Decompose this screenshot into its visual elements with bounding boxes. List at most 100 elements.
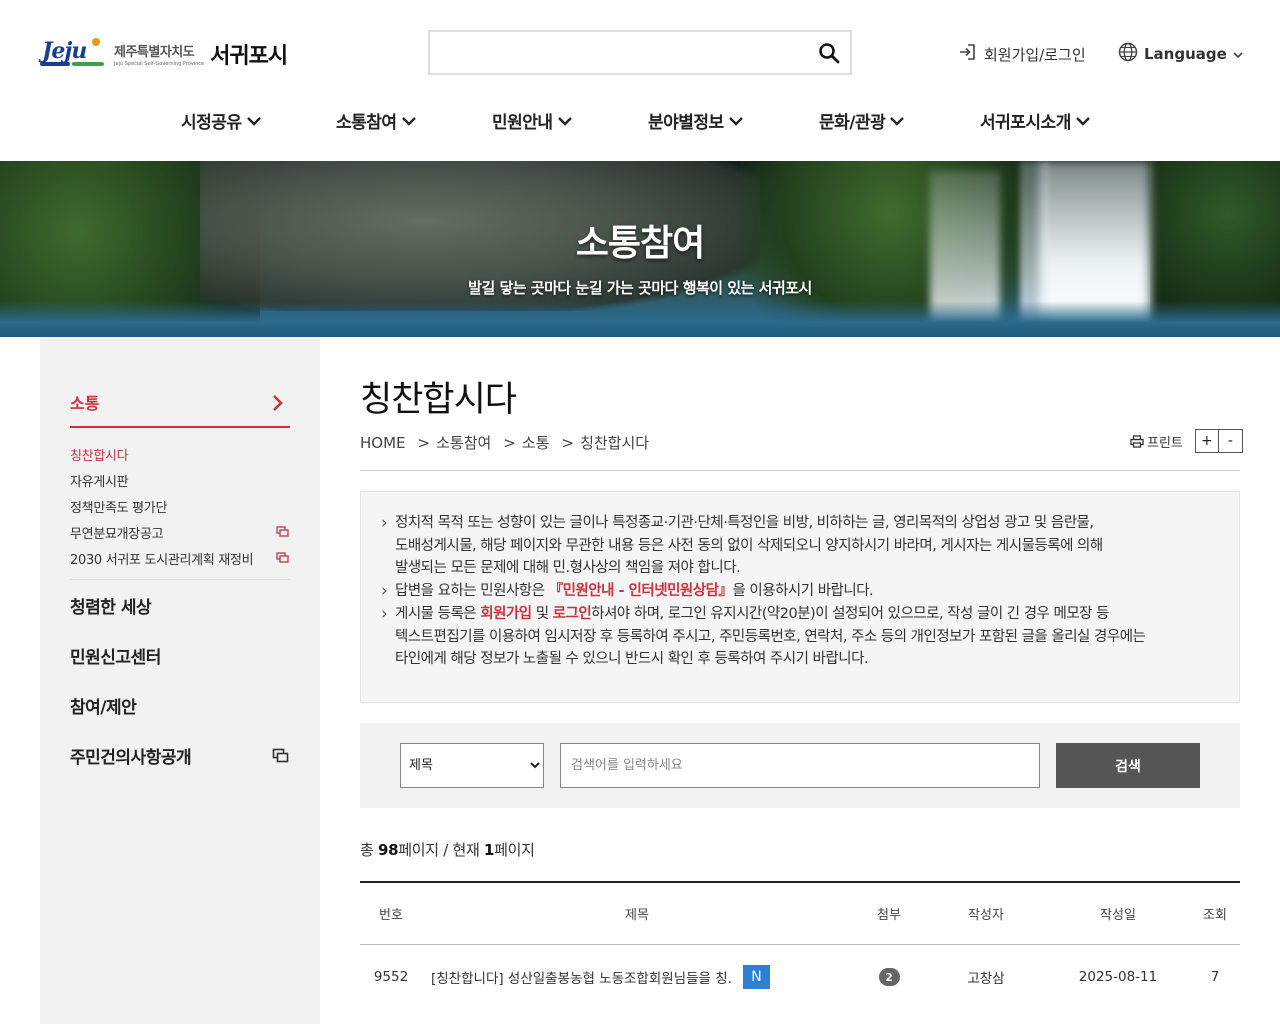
cell-number: 9552: [373, 969, 409, 985]
notice-line: 타인에게 해당 정보가 노출될 수 있으니 반드시 확인 후 등록하여 주시기 …: [395, 651, 869, 668]
sidebar-item-free-board[interactable]: 자유게시판: [70, 467, 290, 493]
sidebar-item-complaint-center[interactable]: 민원신고센터: [70, 643, 290, 668]
table-row: 9552 [칭찬합니다] 성산일출봉농협 노동조합회원님들을 칭.. N 2 고…: [360, 945, 1240, 1009]
cell-author: 고창삼: [967, 971, 1005, 987]
login-label: 회원가입/로그인: [984, 45, 1086, 64]
sidebar-submenu: 칭찬합시다 자유게시판 정책만족도 평가단 무연분묘개장공고 2030 서귀포 …: [70, 441, 290, 571]
page-info-text: 페이지: [494, 841, 535, 859]
external-link-icon: [276, 526, 289, 537]
page-info-text: 페이지 / 현재: [398, 841, 484, 859]
notice-line: 발생되는 모든 문제에 대해 민.형사상의 책임을 져야 합니다.: [395, 560, 741, 577]
print-button[interactable]: 프린트: [1130, 432, 1183, 451]
chevron-down-icon: [401, 116, 416, 126]
sidebar-item-grave-notice[interactable]: 무연분묘개장공고: [70, 519, 290, 545]
breadcrumb-current: 칭찬합시다: [580, 434, 650, 452]
hero-water: [0, 301, 1280, 337]
notice-item: 답변을 요하는 민원사항은 『민원안내 - 인터넷민원상담』을 이용하시기 바랍…: [381, 580, 1217, 603]
nav-item-city-sharing[interactable]: 시정공유: [181, 108, 262, 133]
chevron-down-icon: [728, 116, 743, 126]
sidebar-item-label: 정책만족도 평가단: [70, 500, 168, 516]
join-link[interactable]: 회원가입: [480, 606, 532, 622]
sidebar-item-label: 청렴한 세상: [70, 598, 152, 618]
notice-line: 텍스트편집기를 이용하여 임시저장 후 등록하여 주시고, 주민등록번호, 연락…: [395, 628, 1146, 645]
logo-province: 제주특별자치도: [114, 45, 195, 60]
sidebar-item-suggestion[interactable]: 참여/제안: [70, 693, 290, 718]
nav-item-participation[interactable]: 소통참여: [336, 108, 417, 133]
breadcrumb: HOME > 소통참여 > 소통 > 칭찬합시다: [360, 432, 649, 453]
sidebar-item-label: 민원신고센터: [70, 648, 161, 668]
nav-item-label: 시정공유: [181, 113, 242, 133]
nav-item-label: 문화/관광: [819, 113, 886, 133]
chevron-down-icon: [1075, 116, 1090, 126]
column-header: 작성자: [968, 908, 1004, 923]
notice-item: 게시물 등록은 회원가입 및 로그인하셔야 하며, 로그인 유지시간(약20분)…: [381, 603, 1217, 671]
sidebar-item-policy-panel[interactable]: 정책만족도 평가단: [70, 493, 290, 519]
sidebar-item-label: 칭찬합시다: [70, 448, 129, 464]
breadcrumb-separator: >: [561, 433, 575, 452]
search-field-select[interactable]: 제목: [400, 743, 544, 788]
search-icon[interactable]: [818, 42, 840, 64]
breadcrumb-separator: >: [503, 433, 516, 452]
cell-attachments: 2: [852, 968, 926, 986]
cell-views: 7: [1210, 969, 1220, 985]
civil-consult-link[interactable]: 『민원안내 - 인터넷민원상담』: [549, 583, 733, 599]
table-header: 번호 제목 첨부 작성자 작성일 조회: [360, 883, 1240, 945]
site-search: [428, 30, 852, 75]
cell-date: 2025-08-11: [1078, 969, 1158, 985]
breadcrumb-home[interactable]: HOME: [360, 434, 406, 452]
column-header: 작성일: [1100, 908, 1136, 923]
nav-item-civil-service[interactable]: 민원안내: [492, 108, 573, 133]
chevron-down-icon: [1233, 45, 1243, 63]
hero-subtitle: 발길 닿는 곳마다 눈길 가는 곳마다 행복이 있는 서귀포시: [468, 279, 812, 297]
nav-item-label: 민원안내: [492, 113, 553, 133]
printer-icon: [1130, 434, 1144, 448]
sidebar: 소통 칭찬합시다 자유게시판 정책만족도 평가단 무연분묘개장공고 2030 서…: [40, 337, 320, 1024]
sidebar-section-header[interactable]: 소통: [70, 390, 290, 428]
sidebar-item-label: 2030 서귀포 도시관리계획 재정비: [70, 552, 254, 568]
language-label: Language: [1144, 45, 1227, 63]
board-search-button[interactable]: 검색: [1056, 743, 1200, 788]
notice-item: 정치적 목적 또는 성향이 있는 글이나 특정종교·기관·단체·특정인을 비방,…: [381, 512, 1217, 580]
nav-item-label: 서귀포시소개: [980, 113, 1071, 133]
sidebar-item-praise[interactable]: 칭찬합시다: [70, 441, 290, 467]
zoom-in-button[interactable]: +: [1194, 429, 1219, 453]
nav-item-about-city[interactable]: 서귀포시소개: [980, 108, 1091, 133]
hero-title: 소통참여: [575, 223, 705, 264]
page-info-text: 총: [360, 841, 378, 859]
breadcrumb-item[interactable]: 소통: [522, 432, 550, 453]
sidebar-item-resident-suggestions[interactable]: 주민건의사항공개: [70, 743, 290, 768]
site-search-input[interactable]: [430, 32, 800, 72]
board-search-input[interactable]: [560, 743, 1040, 788]
page-tools: 프린트 + -: [1130, 429, 1243, 453]
login-link[interactable]: 회원가입/로그인: [958, 42, 1086, 66]
page-current: 1: [483, 841, 495, 859]
zoom-out-button[interactable]: -: [1218, 429, 1243, 453]
sidebar-item-integrity[interactable]: 청렴한 세상: [70, 593, 290, 618]
logo-wave: [72, 62, 104, 66]
column-header: 조회: [1203, 908, 1227, 923]
notice-text: 및: [531, 605, 553, 622]
logo-wave: [40, 62, 70, 66]
site-logo[interactable]: Jeju 제주특별자치도 Jeju Special Self-Governing…: [40, 36, 320, 72]
attachment-count-badge: 2: [878, 968, 900, 986]
breadcrumb-item[interactable]: 소통참여: [436, 432, 491, 453]
print-label: 프린트: [1147, 435, 1183, 451]
page-total: 98: [377, 841, 399, 859]
title-divider: [360, 470, 1240, 471]
post-title-link[interactable]: [칭찬합니다] 성산일출봉농협 노동조합회원님들을 칭..: [431, 967, 731, 987]
notice-line: 정치적 목적 또는 성향이 있는 글이나 특정종교·기관·단체·특정인을 비방,…: [395, 515, 1094, 531]
nav-item-culture-tourism[interactable]: 문화/관광: [819, 108, 905, 133]
notice-line: 도배성게시물, 해당 페이지와 무관한 내용 등은 사전 동의 없이 삭제되오니…: [395, 537, 1103, 554]
sidebar-item-urban-plan[interactable]: 2030 서귀포 도시관리계획 재정비: [70, 545, 290, 571]
chevron-down-icon: [557, 116, 572, 126]
logo-dot: [92, 38, 100, 46]
jeju-logo-mark: Jeju: [40, 38, 108, 70]
logo-city: 서귀포시: [210, 44, 288, 69]
main-navigation: 시정공유 소통참여 민원안내 분야별정보 문화/관광 서귀포시소개: [0, 108, 1280, 138]
login-link-inline[interactable]: 로그인: [553, 606, 592, 622]
sidebar-item-label: 주민건의사항공개: [70, 748, 192, 768]
column-header: 번호: [379, 908, 403, 923]
chevron-down-icon: [890, 116, 905, 126]
language-selector[interactable]: Language: [1118, 42, 1243, 66]
nav-item-field-info[interactable]: 분야별정보: [648, 108, 744, 133]
